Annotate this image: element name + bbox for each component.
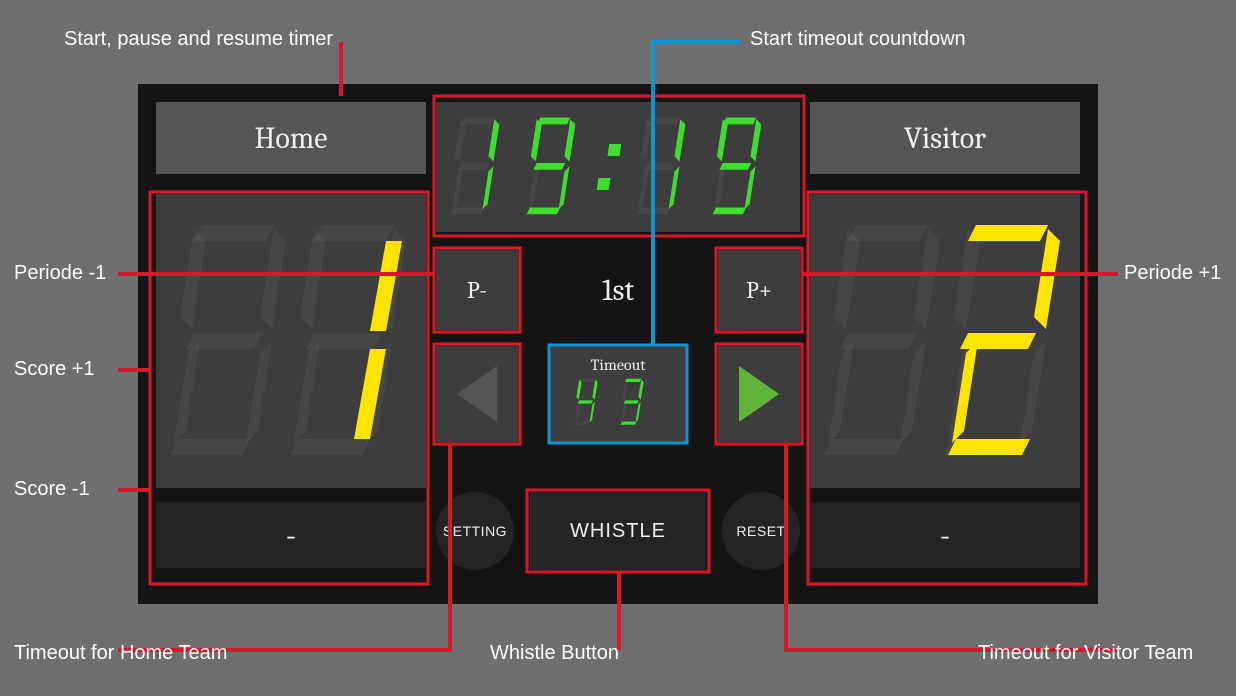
arrow-left-icon bbox=[457, 366, 497, 422]
score-visitor-digit-svg bbox=[822, 206, 1072, 476]
game-timer[interactable] bbox=[436, 102, 800, 232]
timeout-countdown[interactable]: Timeout bbox=[550, 346, 686, 442]
whistle-button[interactable]: WHISTLE bbox=[530, 492, 706, 570]
anno-period-plus: Periode +1 bbox=[1124, 262, 1221, 285]
score-home[interactable] bbox=[156, 194, 426, 488]
score-home-ghost-tens bbox=[170, 225, 286, 455]
timer-digit-svg bbox=[446, 110, 790, 224]
score-visitor[interactable] bbox=[810, 194, 1080, 488]
score-home-minus-button[interactable]: - bbox=[156, 502, 426, 568]
anno-whistle: Whistle Button bbox=[490, 642, 619, 665]
team-visitor-header: Visitor bbox=[810, 102, 1080, 174]
anno-period-minus: Periode -1 bbox=[14, 262, 106, 285]
arrow-right-icon bbox=[739, 366, 779, 422]
period-minus-button[interactable]: P- bbox=[436, 250, 518, 330]
timeout-digit-svg bbox=[568, 376, 668, 432]
team-home-header: Home bbox=[156, 102, 426, 174]
possession-arrow-right[interactable] bbox=[718, 346, 800, 442]
anno-timeout-home: Timeout for Home Team bbox=[14, 642, 227, 665]
timeout-label: Timeout bbox=[590, 356, 645, 374]
anno-score-minus: Score -1 bbox=[14, 478, 90, 501]
settings-button[interactable]: SETTING bbox=[436, 492, 514, 570]
period-label: 1st bbox=[534, 250, 702, 330]
period-plus-button[interactable]: P+ bbox=[718, 250, 800, 330]
anno-score-plus: Score +1 bbox=[14, 358, 95, 381]
reset-button[interactable]: RESET bbox=[722, 492, 800, 570]
anno-timer: Start, pause and resume timer bbox=[64, 28, 333, 51]
anno-timeout-start: Start timeout countdown bbox=[750, 28, 966, 51]
possession-arrow-left[interactable] bbox=[436, 346, 518, 442]
stage: Home - Visitor bbox=[0, 0, 1236, 696]
score-home-digit-svg bbox=[168, 206, 418, 476]
scoreboard: Home - Visitor bbox=[138, 84, 1098, 604]
score-visitor-minus-button[interactable]: - bbox=[810, 502, 1080, 568]
anno-timeout-visitor: Timeout for Visitor Team bbox=[978, 642, 1193, 665]
